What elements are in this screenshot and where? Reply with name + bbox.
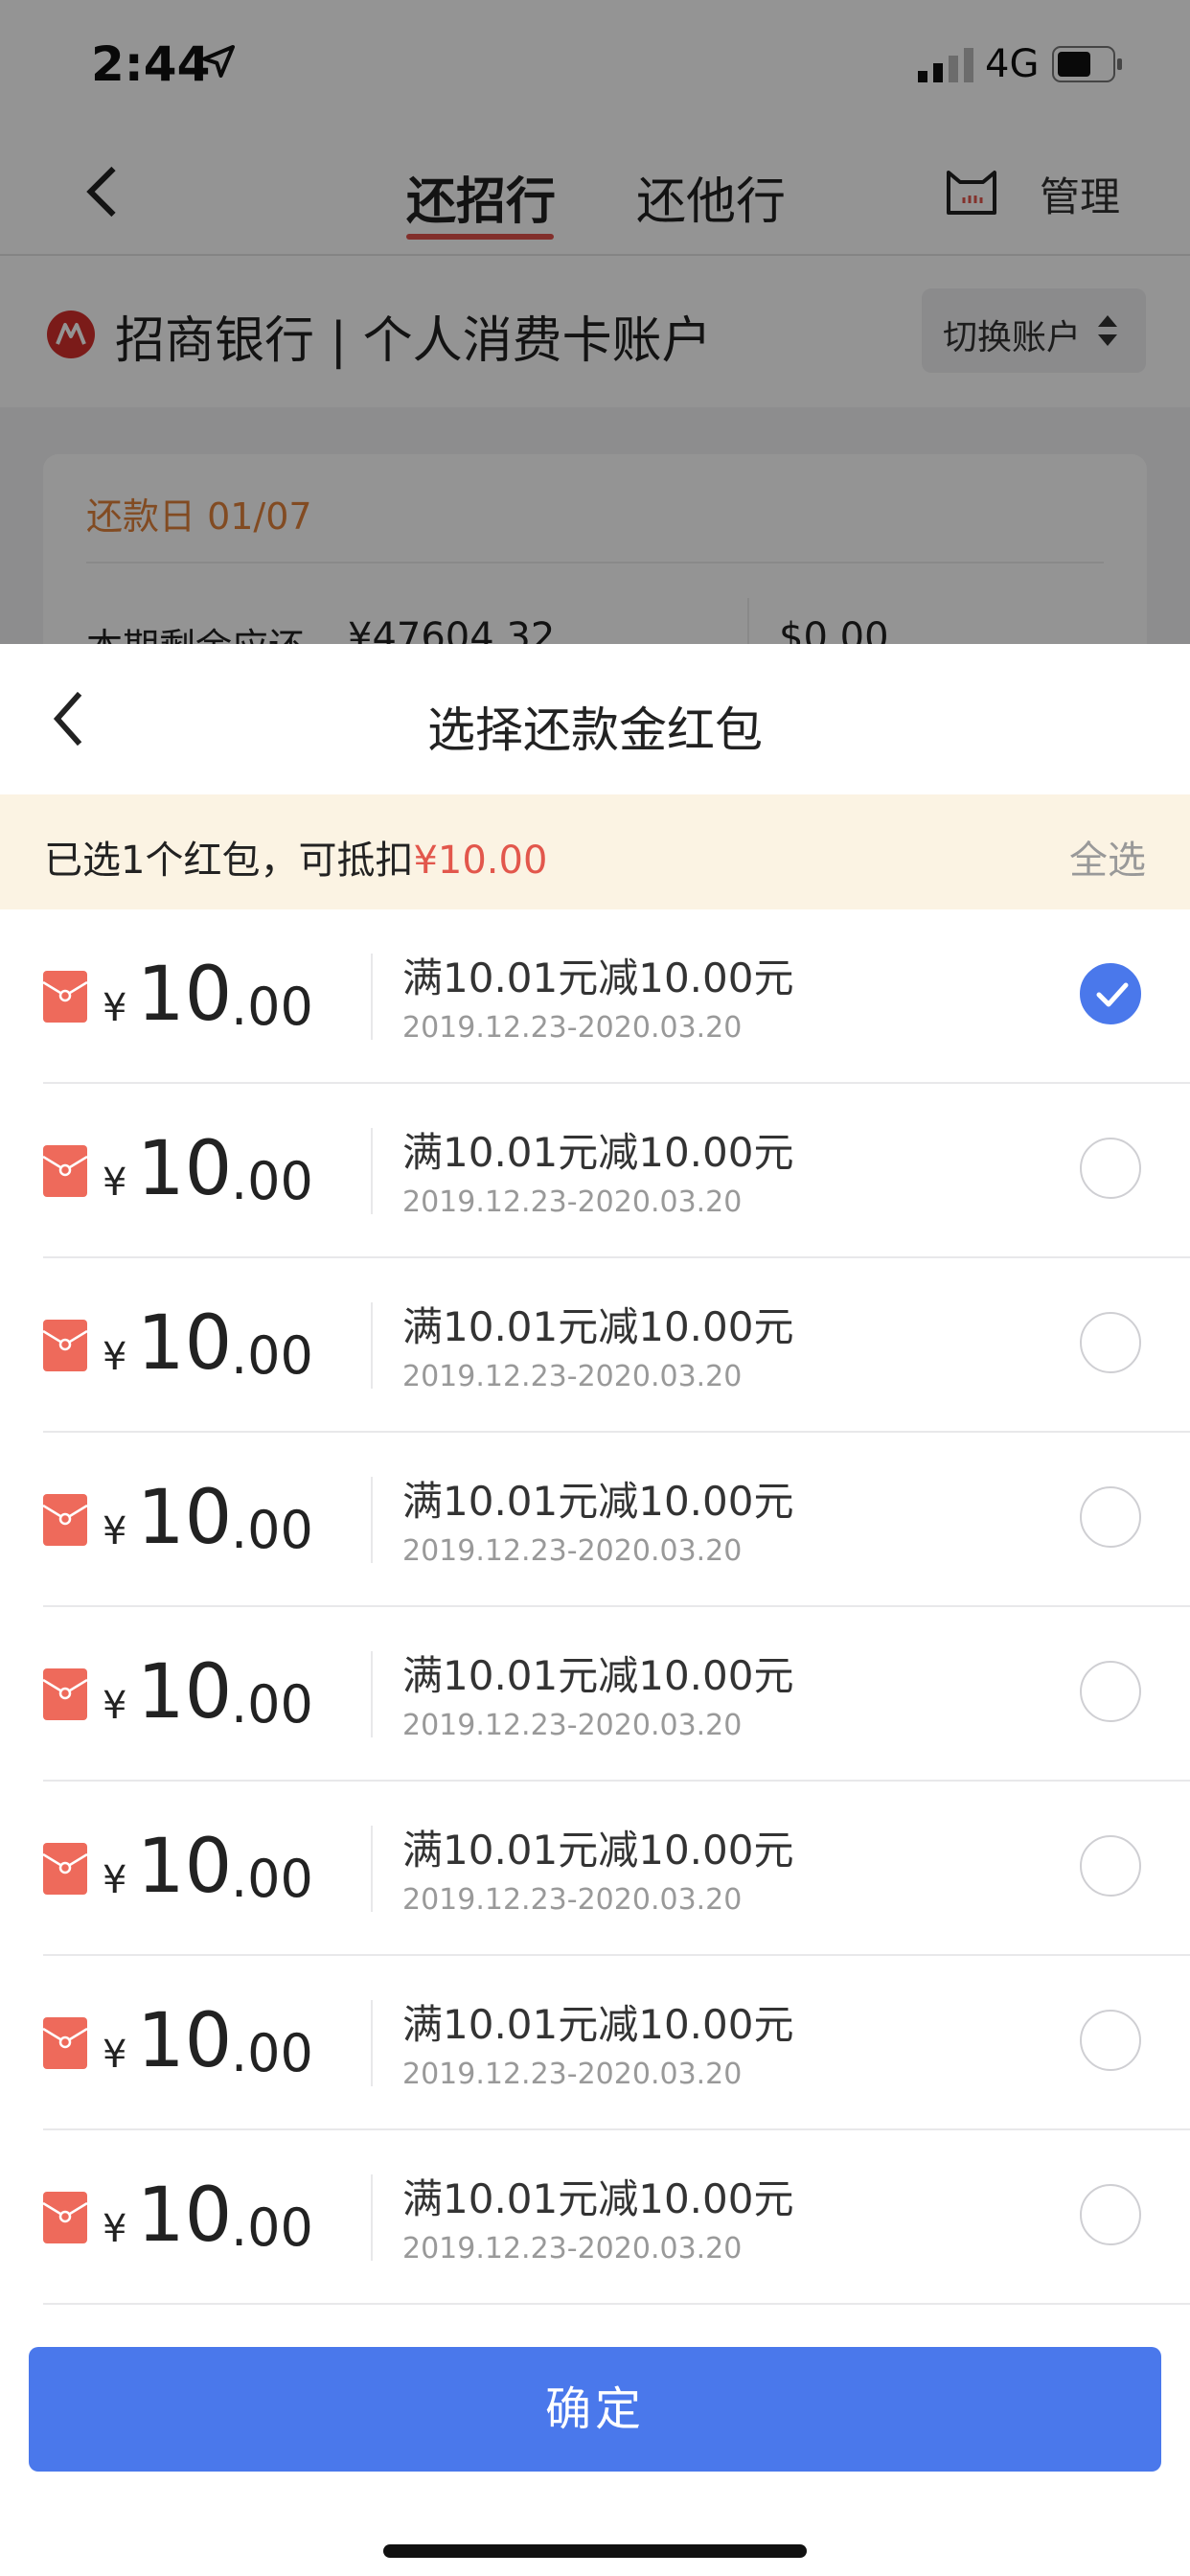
red-envelope-icon [43,1668,87,1720]
currency-symbol: ¥ [103,2207,127,2251]
coupon-radio[interactable] [1080,2184,1141,2245]
row-divider [371,954,373,1040]
coupon-amount-decimal: .00 [231,1325,313,1386]
coupon-condition: 满10.01元减10.00元 [402,954,794,1001]
coupon-radio[interactable] [1080,1486,1141,1548]
sheet-footer: 确定 [0,2316,1190,2576]
coupon-validity-period: 2019.12.23-2020.03.20 [402,1883,743,1917]
coupon-amount-decimal: .00 [231,1500,313,1560]
currency-symbol: ¥ [103,2033,127,2077]
currency-symbol: ¥ [103,1161,127,1205]
checkmark-icon [1096,982,1129,1007]
coupon-validity-period: 2019.12.23-2020.03.20 [402,1185,743,1219]
coupon-amount-integer: 10 [137,1824,233,1910]
summary-amount: ¥10.00 [413,839,548,883]
coupon-amount-decimal: .00 [231,2023,313,2083]
coupon-amount-integer: 10 [137,1126,233,1212]
coupon-amount-decimal: .00 [231,1151,313,1211]
coupon-row[interactable]: ¥ 10 .00 满10.01元减10.00元 2019.12.23-2020.… [43,909,1190,1084]
coupon-row[interactable]: ¥ 10 .00 满10.01元减10.00元 2019.12.23-2020.… [43,1782,1190,1956]
select-all-button[interactable]: 全选 [1069,829,1146,885]
selection-summary: 已选1个红包，可抵扣¥10.00 [44,829,547,885]
coupon-validity-period: 2019.12.23-2020.03.20 [402,2232,743,2266]
coupon-amount-integer: 10 [137,2173,233,2259]
red-envelope-icon [43,1843,87,1895]
coupon-condition: 满10.01元减10.00元 [402,2001,794,2048]
coupon-amount-decimal: .00 [231,2197,313,2258]
coupon-radio[interactable] [1080,1138,1141,1199]
row-divider [371,1128,373,1214]
coupon-radio[interactable] [1080,1661,1141,1722]
row-divider [371,1826,373,1912]
coupon-amount-integer: 10 [137,1998,233,2084]
coupon-row[interactable]: ¥ 10 .00 满10.01元减10.00元 2019.12.23-2020.… [43,1433,1190,1607]
currency-symbol: ¥ [103,986,127,1030]
row-divider [371,2000,373,2086]
coupon-amount-integer: 10 [137,952,233,1038]
red-envelope-icon [43,1494,87,1546]
coupon-select-sheet: 选择还款金红包 已选1个红包，可抵扣¥10.00 全选 ¥ 10 .00 满10… [0,644,1190,2576]
coupon-radio[interactable] [1080,1835,1141,1897]
coupon-validity-period: 2019.12.23-2020.03.20 [402,1360,743,1393]
coupon-row[interactable]: ¥ 10 .00 满10.01元减10.00元 2019.12.23-2020.… [43,1258,1190,1433]
currency-symbol: ¥ [103,1509,127,1553]
currency-symbol: ¥ [103,1335,127,1379]
row-divider [371,1302,373,1389]
red-envelope-icon [43,2017,87,2069]
coupon-row[interactable]: ¥ 10 .00 满10.01元减10.00元 2019.12.23-2020.… [43,1084,1190,1258]
selection-summary-bar: 已选1个红包，可抵扣¥10.00 全选 [0,794,1190,909]
row-divider [371,1651,373,1737]
coupon-row[interactable]: ¥ 10 .00 满10.01元减10.00元 2019.12.23-2020.… [43,1956,1190,2130]
coupon-condition: 满10.01元减10.00元 [402,2175,794,2222]
red-envelope-icon [43,971,87,1023]
coupon-condition: 满10.01元减10.00元 [402,1478,794,1525]
coupon-condition: 满10.01元减10.00元 [402,1827,794,1874]
coupon-amount-integer: 10 [137,1649,233,1736]
coupon-condition: 满10.01元减10.00元 [402,1303,794,1350]
coupon-radio[interactable] [1080,1312,1141,1373]
red-envelope-icon [43,2192,87,2243]
confirm-button[interactable]: 确定 [29,2347,1161,2472]
coupon-validity-period: 2019.12.23-2020.03.20 [402,1534,743,1568]
coupon-radio[interactable] [1080,2010,1141,2071]
coupon-validity-period: 2019.12.23-2020.03.20 [402,2058,743,2091]
coupon-radio[interactable] [1080,963,1141,1024]
coupon-amount-decimal: .00 [231,977,313,1037]
coupon-list: ¥ 10 .00 满10.01元减10.00元 2019.12.23-2020.… [0,909,1190,2305]
coupon-condition: 满10.01元减10.00元 [402,1129,794,1176]
coupon-validity-period: 2019.12.23-2020.03.20 [402,1011,743,1045]
coupon-validity-period: 2019.12.23-2020.03.20 [402,1709,743,1742]
sheet-title: 选择还款金红包 [427,702,763,758]
coupon-condition: 满10.01元减10.00元 [402,1652,794,1699]
currency-symbol: ¥ [103,1858,127,1902]
summary-prefix: 已选1个红包，可抵扣 [44,839,414,883]
coupon-amount-integer: 10 [137,1300,233,1387]
row-divider [371,1477,373,1563]
currency-symbol: ¥ [103,1684,127,1728]
coupon-row[interactable]: ¥ 10 .00 满10.01元减10.00元 2019.12.23-2020.… [43,2130,1190,2305]
coupon-amount-integer: 10 [137,1475,233,1561]
red-envelope-icon [43,1145,87,1197]
row-divider [371,2174,373,2261]
coupon-row[interactable]: ¥ 10 .00 满10.01元减10.00元 2019.12.23-2020.… [43,1607,1190,1782]
home-indicator [383,2544,807,2558]
red-envelope-icon [43,1320,87,1371]
coupon-amount-decimal: .00 [231,1849,313,1909]
coupon-amount-decimal: .00 [231,1674,313,1735]
